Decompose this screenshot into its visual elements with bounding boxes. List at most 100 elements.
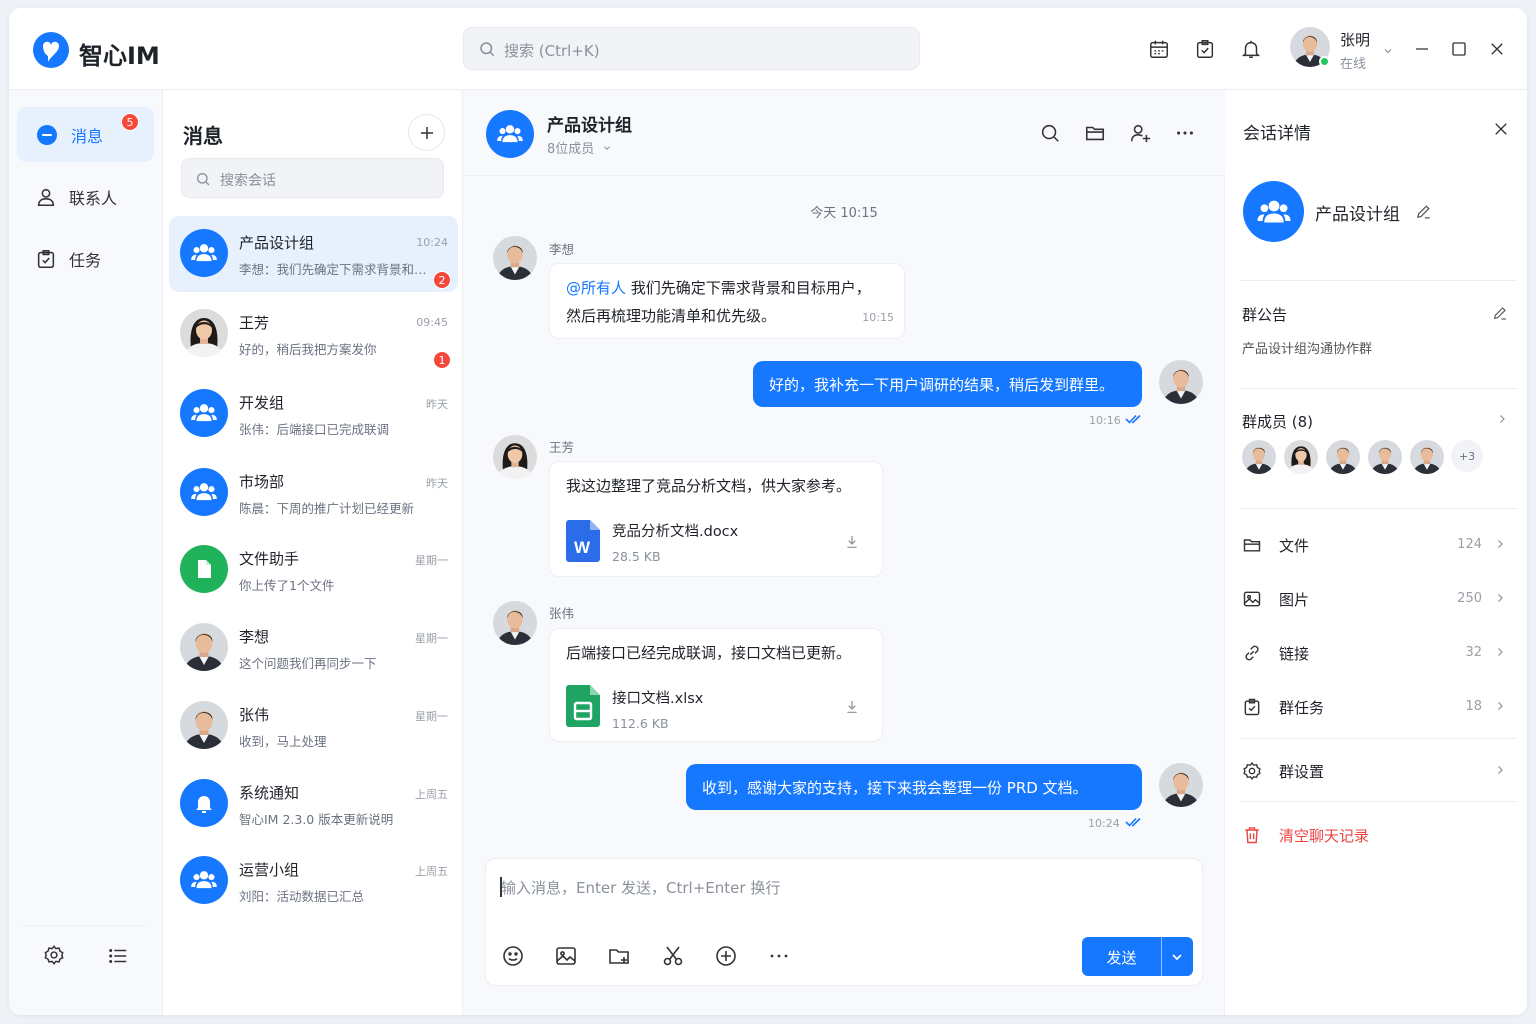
divider	[1239, 738, 1517, 739]
group-avatar	[180, 389, 228, 437]
conversation-preview: 好的，稍后我把方案发你	[239, 342, 377, 357]
divider	[1239, 280, 1517, 281]
nav-messages-badge: 5	[121, 113, 139, 131]
calendar-icon[interactable]	[1148, 38, 1170, 60]
conversation-time: 星期一	[415, 554, 448, 567]
bell-icon[interactable]	[1240, 38, 1262, 60]
row-count: 250	[1457, 591, 1482, 606]
global-search-input[interactable]: 搜索 (Ctrl+K)	[463, 27, 920, 70]
message-input-placeholder: 输入消息，Enter 发送，Ctrl+Enter 换行	[501, 879, 781, 897]
member-count-dropdown[interactable]: 8位成员	[547, 138, 612, 157]
group-name: 产品设计组	[1315, 205, 1400, 225]
message-bubble: 后端接口已经完成联调，接口文档已更新。 接口文档.xlsx 112.6 KB	[549, 628, 883, 742]
close-window-icon[interactable]	[1488, 40, 1506, 58]
details-row-settings[interactable]: 群设置	[1242, 759, 1512, 783]
conversation-item[interactable]: 王芳 好的，稍后我把方案发你 09:45 1	[169, 296, 458, 372]
trash-icon	[1245, 827, 1259, 844]
details-row-files[interactable]: 文件 124	[1242, 533, 1512, 557]
conversation-time: 上周五	[415, 788, 448, 801]
message-text: 我这边整理了竞品分析文档，供大家参考。	[566, 477, 852, 495]
conversation-item[interactable]: 文件助手 你上传了1个文件 星期一	[169, 532, 458, 608]
more-members-button[interactable]: +3	[1451, 440, 1483, 472]
file-attachment[interactable]: W 竞品分析文档.docx 28.5 KB	[566, 512, 866, 572]
conversation-name: 系统通知	[239, 784, 300, 802]
edit-pencil-icon[interactable]	[1492, 305, 1508, 321]
download-icon[interactable]	[844, 699, 860, 715]
minimize-icon[interactable]	[1413, 40, 1431, 58]
nav-item-contacts[interactable]: 联系人	[17, 169, 154, 224]
message-text: 我们先确定下需求背景和目标用户，	[626, 279, 871, 297]
app-window: 智心IM 搜索 (Ctrl+K) 张明 在线 消息 5 联系人 任务 消息 搜索…	[9, 8, 1527, 1015]
close-icon[interactable]	[1492, 120, 1510, 138]
message-bubble: 我这边整理了竞品分析文档，供大家参考。 W 竞品分析文档.docx 28.5 K…	[549, 461, 883, 577]
member-avatar[interactable]	[1284, 440, 1318, 474]
mention-all[interactable]: @所有人	[566, 279, 626, 297]
my-avatar[interactable]	[1159, 763, 1203, 807]
details-row-links[interactable]: 链接 32	[1242, 641, 1512, 665]
sender-avatar[interactable]	[493, 236, 537, 280]
divider	[1239, 388, 1517, 389]
conversation-item[interactable]: 产品设计组 李想：我们先确定下需求背景和目标用户... 10:24 2	[169, 216, 458, 292]
read-check-icon	[1125, 817, 1141, 827]
word-file-icon: W	[566, 520, 600, 562]
conversation-search-input[interactable]: 搜索会话	[181, 158, 444, 198]
nav-item-messages[interactable]: 消息 5	[17, 107, 154, 162]
file-attachment[interactable]: 接口文档.xlsx 112.6 KB	[566, 679, 866, 739]
maximize-icon[interactable]	[1450, 40, 1468, 58]
send-button[interactable]: 发送	[1082, 937, 1193, 976]
conversation-item[interactable]: 李想 这个问题我们再同步一下 星期一	[169, 610, 458, 686]
details-row-images[interactable]: 图片 250	[1242, 587, 1512, 611]
my-message-bubble: 收到，感谢大家的支持，接下来我会整理一份 PRD 文档。	[686, 764, 1142, 810]
file-name: 接口文档.xlsx	[612, 691, 704, 707]
conversation-item[interactable]: 系统通知 智心IM 2.3.0 版本更新说明 上周五	[169, 766, 458, 842]
menu-list-icon[interactable]	[107, 945, 129, 967]
conversation-item[interactable]: 开发组 张伟：后端接口已完成联调 昨天	[169, 376, 458, 452]
app-name: 智心IM	[79, 42, 160, 70]
group-avatar	[180, 856, 228, 904]
conversation-item[interactable]: 市场部 陈晨：下周的推广计划已经更新 昨天	[169, 455, 458, 531]
group-icon	[190, 399, 218, 427]
more-icon[interactable]	[767, 944, 791, 968]
member-avatar[interactable]	[1326, 440, 1360, 474]
search-icon[interactable]	[1039, 122, 1061, 144]
sender-avatar[interactable]	[493, 435, 537, 479]
scissors-icon[interactable]	[661, 944, 685, 968]
members-title[interactable]: 群成员 (8)	[1242, 411, 1313, 432]
plus-circle-icon[interactable]	[714, 944, 738, 968]
sender-avatar[interactable]	[493, 601, 537, 645]
folder-upload-icon[interactable]	[607, 944, 631, 968]
message-bubble: @所有人 我们先确定下需求背景和目标用户， 然后再梳理功能清单和优先级。 10:…	[549, 263, 905, 339]
read-check-icon	[1125, 414, 1141, 424]
member-avatar[interactable]	[1368, 440, 1402, 474]
download-icon[interactable]	[844, 534, 860, 550]
conversation-details-panel: 会话详情 产品设计组 群公告 产品设计组沟通协作群 群成员 (8) +3 文件 …	[1225, 90, 1527, 1015]
more-icon[interactable]	[1174, 122, 1196, 144]
chevron-right-icon	[1498, 766, 1503, 774]
conversation-item[interactable]: 运营小组 刘阳：活动数据已汇总 上周五	[169, 843, 458, 919]
chevron-down-icon[interactable]	[1169, 949, 1185, 965]
conversation-item[interactable]: 张伟 收到，马上处理 星期一	[169, 688, 458, 764]
message-time: 10:15	[862, 311, 894, 324]
edit-pencil-icon[interactable]	[1415, 203, 1432, 220]
image-icon[interactable]	[554, 944, 578, 968]
task-icon	[1244, 698, 1260, 716]
clear-history-button[interactable]: 清空聊天记录	[1242, 823, 1512, 847]
my-avatar[interactable]	[1159, 360, 1203, 404]
row-label: 群任务	[1279, 699, 1325, 717]
details-row-tasks[interactable]: 群任务 18	[1242, 695, 1512, 719]
new-chat-button[interactable]	[408, 114, 445, 151]
folder-icon[interactable]	[1084, 122, 1106, 144]
message-input-box[interactable]: 输入消息，Enter 发送，Ctrl+Enter 换行 发送	[485, 858, 1203, 986]
excel-file-icon	[566, 685, 600, 727]
chevron-right-icon[interactable]	[1496, 413, 1508, 425]
chevron-down-icon[interactable]	[1382, 45, 1394, 57]
emoji-icon[interactable]	[501, 944, 525, 968]
todo-icon[interactable]	[1194, 38, 1216, 60]
send-label: 发送	[1106, 949, 1137, 967]
member-avatar[interactable]	[1242, 440, 1276, 474]
add-member-icon[interactable]	[1129, 122, 1151, 144]
member-avatar[interactable]	[1410, 440, 1444, 474]
nav-item-tasks[interactable]: 任务	[17, 231, 154, 286]
settings-gear-icon[interactable]	[43, 944, 65, 966]
nav-item-contacts-label: 联系人	[69, 188, 118, 208]
